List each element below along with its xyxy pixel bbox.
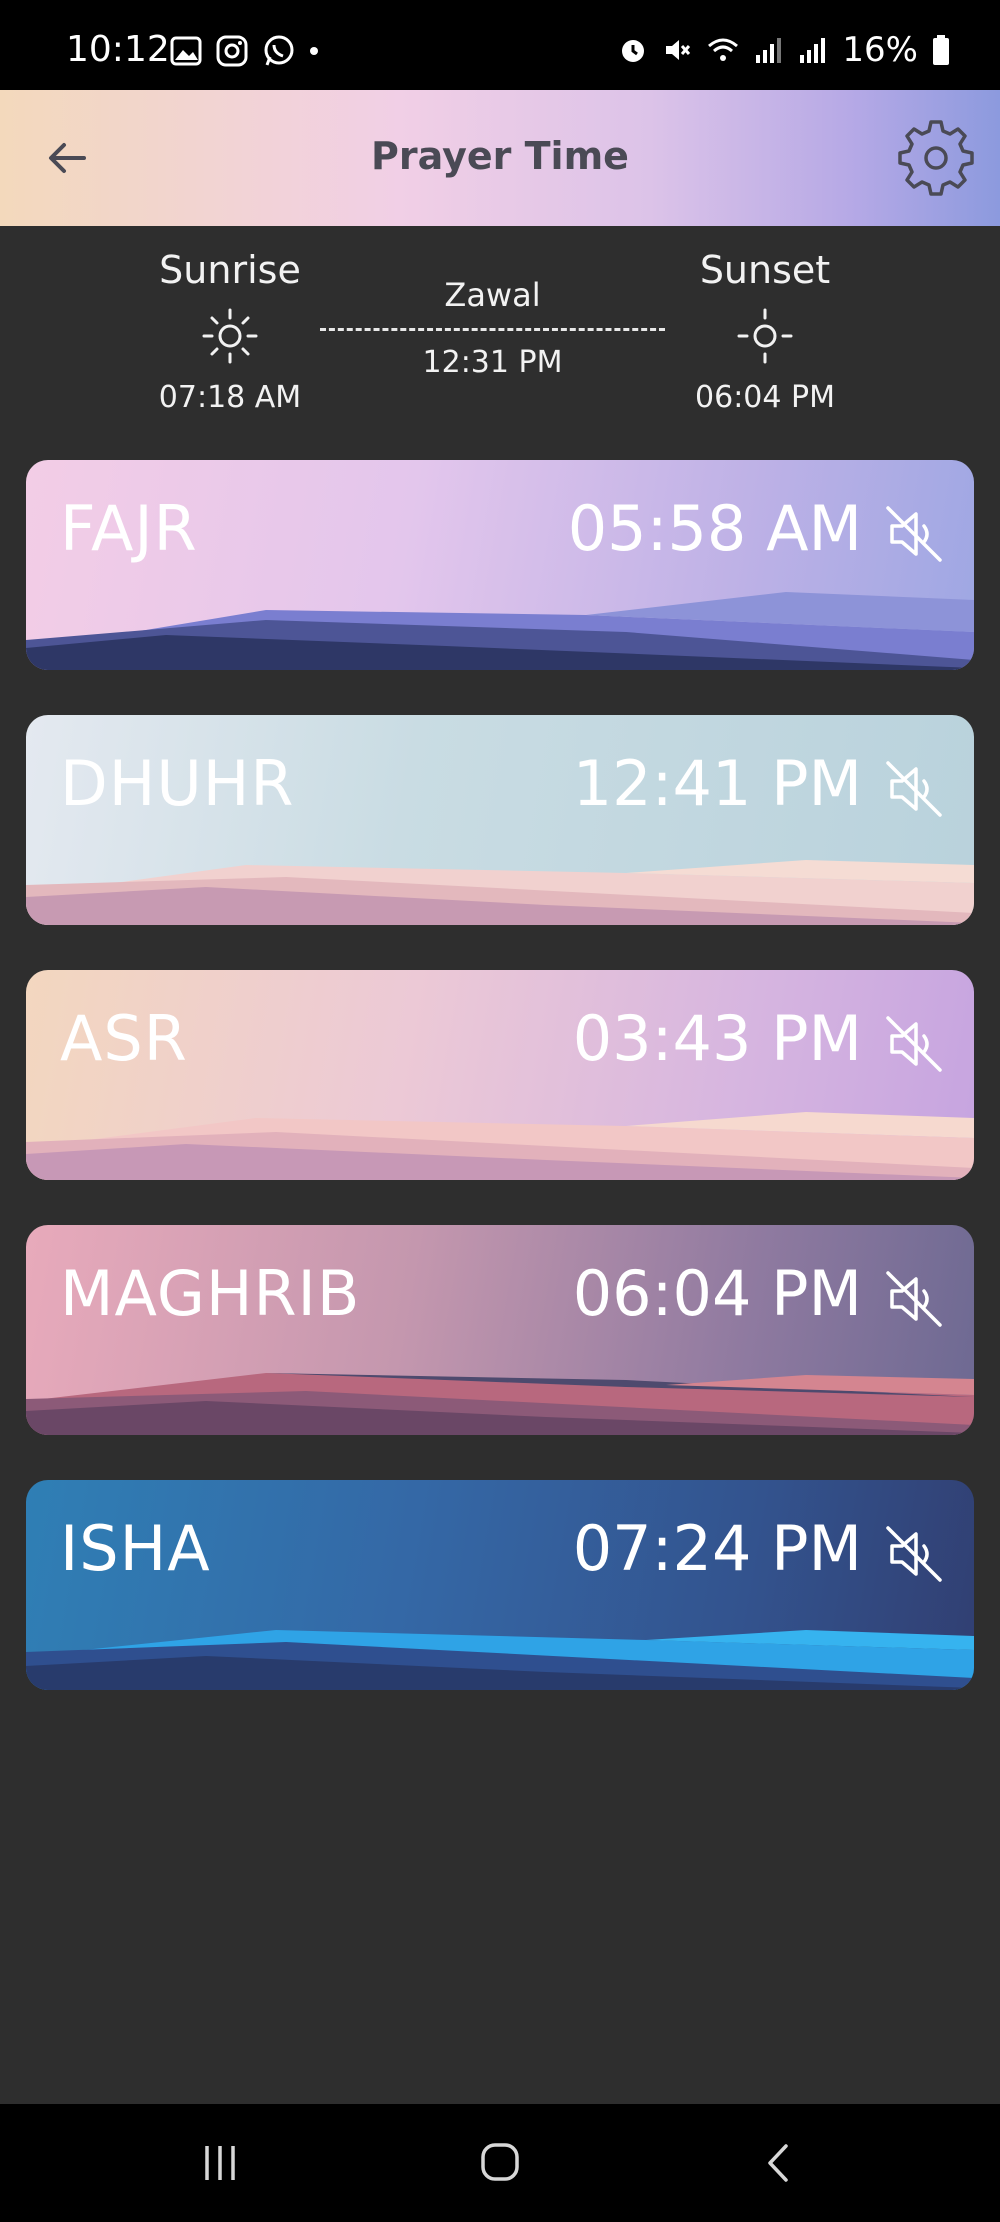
prayer-time: 12:41 PM [572, 747, 862, 820]
gear-icon[interactable] [898, 120, 974, 196]
battery-percent: 16% [842, 30, 918, 70]
status-right-icons: 16% [618, 30, 950, 70]
sunrise-icon [202, 308, 258, 364]
sunset-time: 06:04 PM [695, 380, 835, 415]
prayer-name: ISHA [60, 1512, 211, 1585]
prayer-card-maghrib[interactable]: MAGHRIB 06:04 PM [26, 1225, 974, 1435]
sunset-block: Sunset 06:04 PM [675, 248, 855, 415]
back-icon[interactable] [750, 2138, 810, 2188]
gallery-icon [170, 36, 202, 66]
page-title: Prayer Time [371, 134, 629, 178]
whatsapp-icon [264, 35, 294, 66]
zawal-label: Zawal [444, 276, 541, 314]
sunset-label: Sunset [699, 248, 831, 292]
status-time: 10:12 [66, 29, 170, 70]
battery-icon [933, 35, 949, 65]
sunrise-time: 07:18 AM [158, 380, 302, 415]
prayer-name: ASR [60, 1002, 188, 1075]
zawal-block: Zawal 12:31 PM [320, 276, 665, 380]
landscape-decoration [26, 1112, 974, 1180]
prayer-name: DHUHR [60, 747, 295, 820]
prayer-card-dhuhr[interactable]: DHUHR 12:41 PM [26, 715, 974, 925]
sunset-icon [737, 308, 793, 364]
signal-icon [800, 38, 826, 63]
alarm-icon [622, 40, 645, 62]
prayer-card-asr[interactable]: ASR 03:43 PM [26, 970, 974, 1180]
prayer-time: 05:58 AM [567, 492, 862, 565]
status-bar: 10:12 16% [0, 0, 1000, 90]
prayer-name: MAGHRIB [60, 1257, 361, 1330]
mute-toggle-icon[interactable] [882, 757, 946, 821]
app-header: Prayer Time [0, 90, 1000, 226]
mute-icon [666, 40, 691, 60]
system-nav-bar [0, 2104, 1000, 2222]
dot-icon [310, 47, 318, 55]
landscape-decoration [26, 1630, 974, 1690]
wifi-icon [708, 38, 739, 61]
status-left-icons [170, 34, 318, 68]
sunrise-label: Sunrise [159, 248, 301, 292]
sun-times-panel: Sunrise 07:18 AM Zawal 12:31 PM Sunset 0… [0, 226, 1000, 446]
landscape-decoration [26, 1373, 974, 1435]
mute-toggle-icon[interactable] [882, 502, 946, 566]
recent-apps-icon[interactable] [190, 2138, 250, 2188]
zawal-divider [320, 328, 665, 331]
mute-toggle-icon[interactable] [882, 1012, 946, 1076]
instagram-icon [216, 35, 248, 67]
mute-toggle-icon[interactable] [882, 1267, 946, 1331]
landscape-decoration [26, 860, 974, 925]
signal-icon [756, 38, 782, 63]
prayer-card-isha[interactable]: ISHA 07:24 PM [26, 1480, 974, 1690]
landscape-decoration [26, 592, 974, 670]
prayer-time: 06:04 PM [572, 1257, 862, 1330]
mute-toggle-icon[interactable] [882, 1522, 946, 1586]
home-icon[interactable] [470, 2138, 530, 2188]
prayer-card-fajr[interactable]: FAJR 05:58 AM [26, 460, 974, 670]
zawal-time: 12:31 PM [422, 345, 563, 380]
prayer-time: 03:43 PM [572, 1002, 862, 1075]
prayer-name: FAJR [60, 492, 198, 565]
prayer-time: 07:24 PM [572, 1512, 862, 1585]
sunrise-block: Sunrise 07:18 AM [140, 248, 320, 415]
